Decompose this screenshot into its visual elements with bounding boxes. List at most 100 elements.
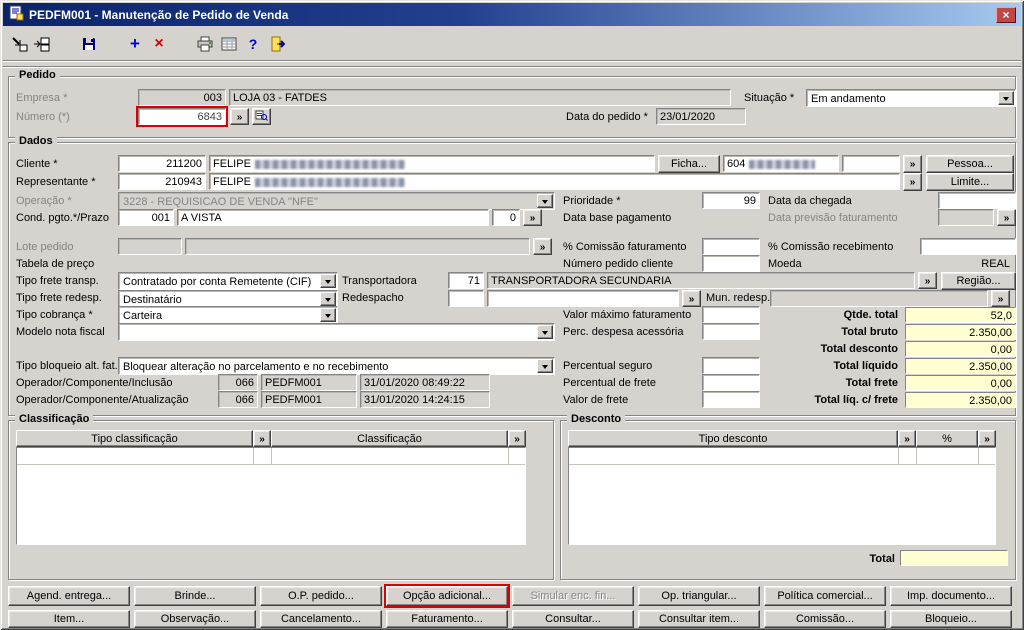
politica-comercial-button[interactable]: Política comercial... [764,586,886,606]
classificacao-more-button[interactable]: » [508,430,526,447]
mun-redesp-field [770,290,988,307]
chevron-down-icon[interactable] [320,292,336,306]
chevron-down-icon [537,194,553,208]
faturamento-button[interactable]: Faturamento... [386,610,508,628]
tipo-frete-transp-select[interactable]: Contratado por conta Remetente (CIF) [118,272,338,290]
total-desconto-value: 0,00 [905,341,1016,357]
moeda-label: Moeda [768,258,802,270]
bloqueio-button[interactable]: Bloqueio... [890,610,1012,628]
redacted-text [254,177,405,187]
help-icon[interactable]: ? [242,33,264,55]
op-inclusao-code-field: 066 [218,374,258,391]
data-base-label: Data base pagamento [563,212,672,224]
transportadora-code-field[interactable]: 71 [448,272,484,289]
chevron-down-icon[interactable] [320,308,336,322]
regiao-button[interactable]: Região... [941,272,1016,290]
print-icon[interactable] [194,33,216,55]
prazo-field[interactable]: 0 [492,209,520,226]
window-title: PEDFM001 - Manutenção de Pedido de Venda [29,7,289,22]
redespacho-more-button[interactable]: » [682,290,701,307]
grid-divider [916,448,917,464]
data-chegada-field[interactable] [938,192,1016,209]
comissao-button[interactable]: Comissão... [764,610,886,628]
cond-pgto-code-field[interactable]: 001 [118,209,174,226]
chevron-down-icon[interactable] [537,325,553,339]
goto-record-icon[interactable] [8,33,30,55]
brinde-button[interactable]: Brinde... [134,586,256,606]
desconto-grid[interactable] [568,447,996,545]
transportadora-label: Transportadora [342,275,417,287]
cancelamento-button[interactable]: Cancelamento... [260,610,382,628]
total-bruto-label: Total bruto [841,326,898,338]
limite-button[interactable]: Limite... [926,173,1014,191]
chevron-down-icon[interactable] [537,359,553,373]
prioridade-field[interactable]: 99 [702,192,760,209]
imp-documento-button[interactable]: Imp. documento... [890,586,1012,606]
numero-lookup-button[interactable] [252,108,271,125]
delete-record-icon[interactable]: × [148,33,170,55]
lote-more-button[interactable]: » [533,238,552,255]
comissao-rec-field[interactable] [920,238,1016,255]
grid-view-icon[interactable] [218,33,240,55]
desconto-tipo-more-button[interactable]: » [898,430,916,447]
chevron-down-icon[interactable] [998,91,1014,105]
cond-pgto-desc-field[interactable]: A VISTA [177,209,489,226]
desconto-col1-header: Tipo desconto [568,430,898,447]
num-pedido-cliente-label: Número pedido cliente [563,258,674,270]
consultar-button[interactable]: Consultar... [512,610,634,628]
cliente-doc-field[interactable]: 604 [723,155,839,172]
numero-field[interactable]: 6843 [136,106,228,127]
redespacho-code-field[interactable] [448,290,484,307]
opcao-adicional-button[interactable]: Opção adicional... [384,584,510,608]
mun-redesp-more-button[interactable]: » [991,290,1010,307]
comissao-rec-label: % Comissão recebimento [768,241,894,253]
tipo-bloqueio-select[interactable]: Bloquear alteração no parcelamento e no … [118,357,555,375]
cliente-label: Cliente * [16,158,58,170]
tipo-cobranca-select[interactable]: Carteira [118,306,338,324]
classificacao-tipo-more-button[interactable]: » [253,430,271,447]
transportadora-more-button[interactable]: » [918,272,937,289]
representante-name-field[interactable]: FELIPE [209,173,900,190]
save-icon[interactable] [78,33,100,55]
pessoa-button[interactable]: Pessoa... [926,155,1014,173]
simular-enc-fin-button: Simular enc. fin... [512,586,634,606]
situacao-select[interactable]: Em andamento [806,89,1016,107]
desconto-group-label: Desconto [567,413,626,425]
cliente-doc-text: 604 [727,158,746,170]
cliente-extra-field[interactable] [842,155,900,172]
duplicate-record-icon[interactable] [30,33,52,55]
observacao-button[interactable]: Observação... [134,610,256,628]
data-previsao-more-button[interactable]: » [997,209,1016,226]
operacao-value: 3228 - REQUISICAO DE VENDA "NFE" [123,196,318,208]
num-pedido-cliente-field[interactable] [702,255,760,272]
cond-pgto-more-button[interactable]: » [523,209,542,226]
op-pedido-button[interactable]: O.P. pedido... [260,586,382,606]
add-record-icon[interactable]: + [124,33,146,55]
separator [3,60,1021,62]
chevron-down-icon[interactable] [320,274,336,288]
item-button[interactable]: Item... [8,610,130,628]
desconto-perc-more-button[interactable]: » [978,430,996,447]
comissao-fat-field[interactable] [702,238,760,255]
desconto-total-label: Total [869,553,895,565]
close-button[interactable]: × [996,6,1016,23]
op-triangular-button[interactable]: Op. triangular... [638,586,760,606]
desconto-total-value [900,550,1008,566]
numero-more-button[interactable]: » [230,108,249,125]
cliente-more-button[interactable]: » [903,155,922,173]
modelo-nf-select[interactable] [118,323,555,341]
cond-pgto-label: Cond. pgto.*/Prazo [16,212,109,224]
title-bar[interactable]: PEDFM001 - Manutenção de Pedido de Venda… [3,3,1021,26]
redespacho-desc-field[interactable] [487,290,679,307]
ficha-button[interactable]: Ficha... [658,155,720,173]
agend-entrega-button[interactable]: Agend. entrega... [8,586,130,606]
exit-icon[interactable] [266,33,288,55]
op-atualizacao-data-field: 31/01/2020 14:24:15 [360,391,490,408]
cliente-name-field[interactable]: FELIPE [209,155,655,172]
consultar-item-button[interactable]: Consultar item... [638,610,760,628]
grid-divider [271,448,272,464]
representante-more-button[interactable]: » [903,173,922,191]
representante-code-field[interactable]: 210943 [118,173,206,190]
cliente-code-field[interactable]: 211200 [118,155,206,172]
representante-label: Representante * [16,176,96,188]
